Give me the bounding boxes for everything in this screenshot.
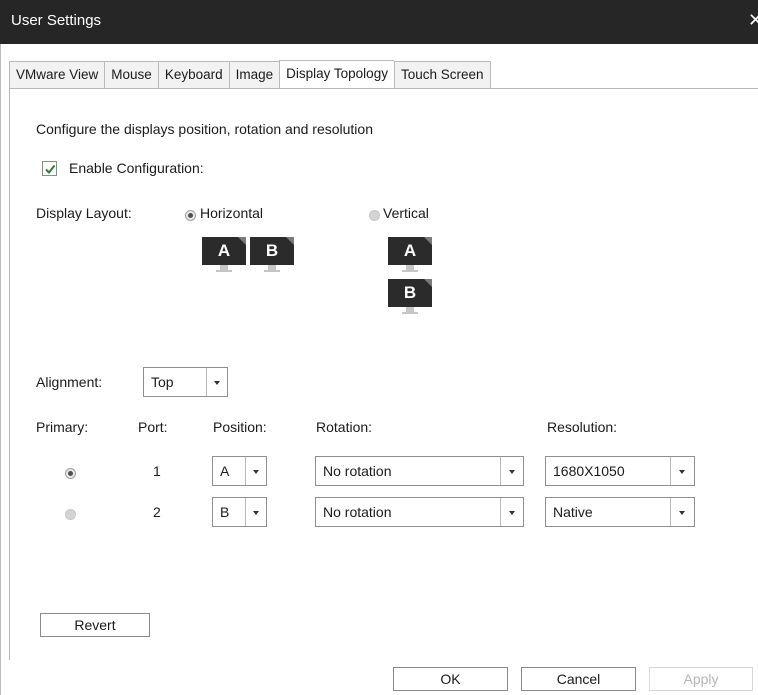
rotation-header: Rotation: [316,419,373,435]
chevron-down-icon [679,511,685,515]
chevron-down-icon [253,470,259,474]
enable-configuration-label: Enable Configuration: [69,160,204,176]
monitor-a-label: A [388,237,432,265]
rotation-dropdown[interactable]: No rotation [315,497,524,527]
monitor-a-label: A [202,237,246,265]
rotation-dropdown[interactable]: No rotation [315,456,524,486]
position-dropdown[interactable]: B [212,497,267,527]
layout-horizontal-radio[interactable] [185,210,196,221]
resolution-header: Resolution: [547,419,618,435]
chevron-down-icon [253,511,259,515]
monitor-b-label: B [388,279,432,307]
tab-display-topology[interactable]: Display Topology [279,60,394,89]
primary-header: Primary: [36,419,89,435]
alignment-label: Alignment: [36,374,103,390]
close-icon[interactable]: ✕ [748,10,758,30]
tab-bar: VMware View Mouse Keyboard Image Display… [9,60,491,89]
panel-description: Configure the displays position, rotatio… [36,121,373,137]
window-title: User Settings [11,12,102,29]
revert-button[interactable]: Revert [40,613,150,637]
settings-window: VMware View Mouse Keyboard Image Display… [0,44,758,695]
monitor-b-label: B [250,237,294,265]
rotation-value: No rotation [323,463,392,479]
display-layout-label: Display Layout: [36,205,132,221]
monitor-icon: B [388,279,432,315]
chevron-down-icon [679,470,685,474]
alignment-dropdown[interactable]: Top [143,367,228,397]
layout-horizontal-label: Horizontal [200,205,264,221]
port-number: 2 [153,504,161,520]
primary-radio-port-1[interactable] [65,468,76,479]
position-dropdown[interactable]: A [212,456,267,486]
layout-vertical-label: Vertical [383,205,429,221]
tab-image[interactable]: Image [228,61,280,89]
position-value: A [220,463,230,479]
chevron-down-icon [509,470,515,474]
ok-button[interactable]: OK [393,667,508,691]
tab-keyboard[interactable]: Keyboard [157,61,229,89]
primary-radio-port-2[interactable] [65,509,76,520]
display-topology-panel: Configure the displays position, rotatio… [9,88,758,660]
tab-mouse[interactable]: Mouse [104,61,158,89]
monitor-icon: A [202,237,246,273]
layout-vertical-radio[interactable] [369,210,380,221]
position-value: B [220,504,230,520]
port-header: Port: [138,419,168,435]
chevron-down-icon [214,381,220,385]
apply-button[interactable]: Apply [649,667,753,691]
resolution-value: 1680X1050 [553,463,625,479]
resolution-value: Native [553,504,593,520]
port-number: 1 [153,463,161,479]
title-bar: User Settings ✕ [0,0,758,44]
chevron-down-icon [509,511,515,515]
resolution-dropdown[interactable]: Native [545,497,695,527]
monitor-icon: B [250,237,294,273]
resolution-dropdown[interactable]: 1680X1050 [545,456,695,486]
cancel-button[interactable]: Cancel [521,667,636,691]
monitor-icon: A [388,237,432,273]
tab-vmware-view[interactable]: VMware View [9,61,105,89]
tab-touch-screen[interactable]: Touch Screen [393,61,491,89]
alignment-value: Top [151,374,174,390]
rotation-value: No rotation [323,504,392,520]
position-header: Position: [213,419,267,435]
enable-configuration-checkbox[interactable] [42,161,57,176]
checkmark-icon [45,164,56,175]
